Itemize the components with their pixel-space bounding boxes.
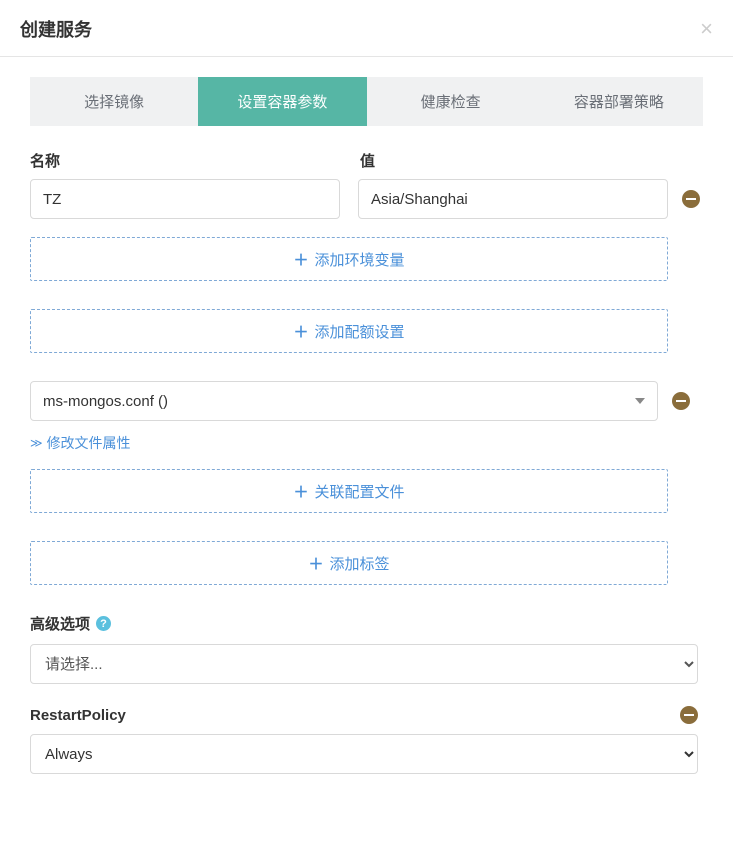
- env-labels-row: 名称 值: [30, 150, 703, 171]
- restart-policy-label: RestartPolicy: [30, 707, 126, 724]
- plus-icon: ＋: [293, 321, 308, 342]
- minus-icon: [676, 400, 686, 402]
- add-config-button[interactable]: ＋ 关联配置文件: [30, 469, 668, 513]
- minus-icon: [684, 714, 694, 716]
- env-name-label: 名称: [30, 150, 340, 171]
- add-quota-button[interactable]: ＋ 添加配额设置: [30, 309, 668, 353]
- remove-env-button[interactable]: [682, 190, 700, 208]
- modal-header: 创建服务 ×: [0, 0, 733, 57]
- modal-title: 创建服务: [20, 16, 92, 42]
- tabs: 选择镜像 设置容器参数 健康检查 容器部署策略: [30, 77, 703, 126]
- env-value-input[interactable]: [358, 179, 668, 219]
- modify-file-attrs-link[interactable]: ≫ 修改文件属性: [30, 433, 131, 453]
- remove-restart-policy-button[interactable]: [680, 706, 698, 724]
- add-env-button[interactable]: ＋ 添加环境变量: [30, 237, 668, 281]
- close-icon[interactable]: ×: [700, 18, 713, 40]
- advanced-title-row: 高级选项 ?: [30, 613, 703, 634]
- add-label-label: 添加标签: [330, 553, 390, 574]
- remove-config-button[interactable]: [672, 392, 690, 410]
- plus-icon: ＋: [293, 249, 308, 270]
- advanced-title: 高级选项: [30, 613, 90, 634]
- add-config-label: 关联配置文件: [315, 481, 405, 502]
- env-row: [30, 179, 703, 219]
- config-file-selected: ms-mongos.conf (): [43, 393, 168, 410]
- env-value-label: 值: [360, 150, 670, 171]
- restart-policy-row: RestartPolicy: [30, 706, 698, 724]
- config-select-row: ms-mongos.conf (): [30, 381, 703, 421]
- config-file-select[interactable]: ms-mongos.conf (): [30, 381, 658, 421]
- plus-icon: ＋: [308, 553, 323, 574]
- tab-deploy-strategy[interactable]: 容器部署策略: [535, 77, 703, 126]
- add-quota-label: 添加配额设置: [315, 321, 405, 342]
- chevron-down-icon: ≫: [30, 436, 43, 450]
- tab-select-image[interactable]: 选择镜像: [30, 77, 198, 126]
- plus-icon: ＋: [293, 481, 308, 502]
- modal-body: 选择镜像 设置容器参数 健康检查 容器部署策略 名称 值 ＋ 添加环境变量 ＋ …: [0, 57, 733, 804]
- advanced-option-select[interactable]: 请选择...: [30, 644, 698, 684]
- help-icon[interactable]: ?: [96, 616, 111, 631]
- minus-icon: [686, 198, 696, 200]
- restart-policy-select[interactable]: Always: [30, 734, 698, 774]
- caret-down-icon: [635, 398, 645, 404]
- env-name-input[interactable]: [30, 179, 340, 219]
- add-env-label: 添加环境变量: [315, 249, 405, 270]
- tab-container-params[interactable]: 设置容器参数: [198, 77, 366, 126]
- modify-file-attrs-label: 修改文件属性: [47, 433, 131, 453]
- add-label-button[interactable]: ＋ 添加标签: [30, 541, 668, 585]
- tab-health-check[interactable]: 健康检查: [367, 77, 535, 126]
